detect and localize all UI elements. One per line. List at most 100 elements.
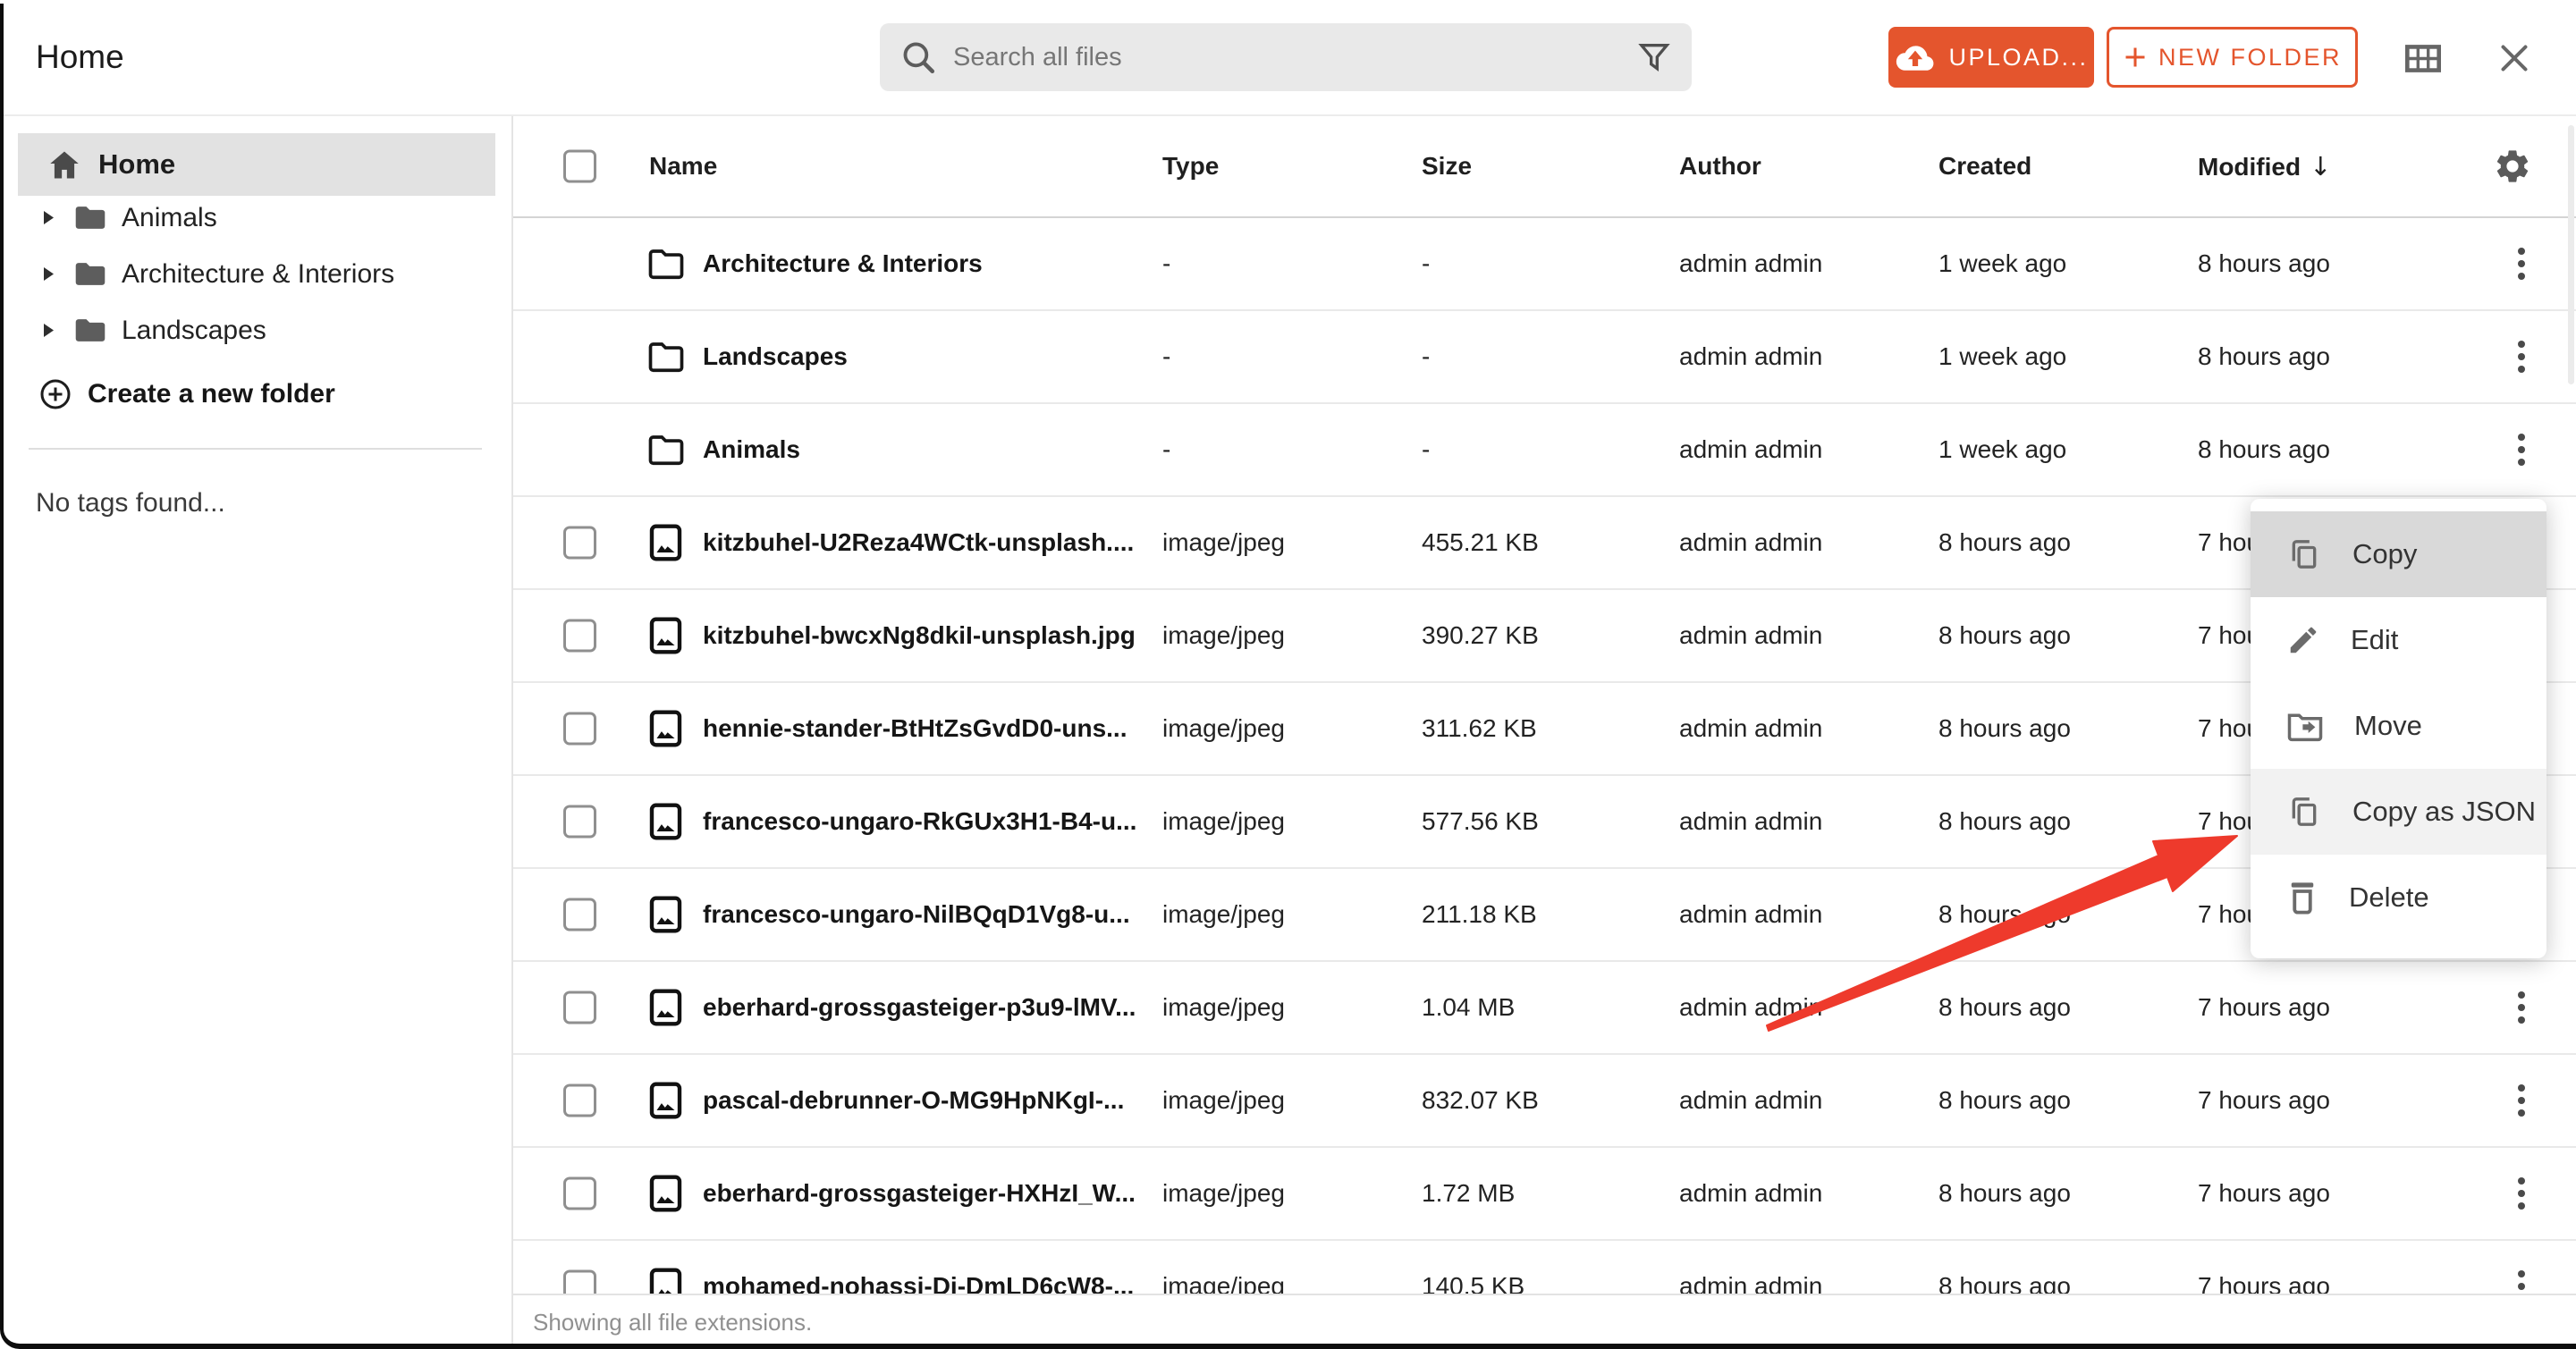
- sidebar-item-home[interactable]: Home: [18, 133, 495, 196]
- file-modified: 7 hours ago: [2198, 1179, 2330, 1208]
- row-menu-button[interactable]: [2495, 237, 2548, 291]
- table-row[interactable]: eberhard-grossgasteiger-p3u9-lMV...image…: [513, 962, 2576, 1055]
- file-name[interactable]: Architecture & Interiors: [703, 249, 983, 278]
- row-checkbox[interactable]: [563, 898, 596, 932]
- file-name[interactable]: francesco-ungaro-RkGUx3H1-B4-u...: [703, 807, 1136, 836]
- file-created: 8 hours ago: [1938, 528, 2071, 557]
- file-size: 832.07 KB: [1422, 1086, 1539, 1115]
- new-folder-button[interactable]: NEW FOLDER: [2107, 27, 2358, 88]
- file-name[interactable]: kitzbuhel-U2Reza4WCtk-unsplash....: [703, 528, 1134, 557]
- menu-item-edit[interactable]: Edit: [2251, 597, 2546, 683]
- table-row[interactable]: eberhard-grossgasteiger-HXHzI_W... image/…: [513, 1148, 2576, 1241]
- status-bar: Showing all file extensions.: [513, 1294, 2576, 1349]
- row-checkbox[interactable]: [563, 1270, 596, 1294]
- file-name[interactable]: pascal-debrunner-O-MG9HpNKgI-...: [703, 1086, 1124, 1115]
- row-menu-button[interactable]: [2495, 1167, 2548, 1220]
- file-size: 140.5 KB: [1422, 1272, 1524, 1294]
- close-icon[interactable]: [2496, 40, 2532, 76]
- delete-icon: [2286, 879, 2318, 916]
- row-menu-button[interactable]: [2495, 330, 2548, 384]
- file-name[interactable]: francesco-ungaro-NilBQqD1Vg8-u...: [703, 900, 1130, 929]
- column-header-name[interactable]: Name: [649, 152, 717, 181]
- sidebar-folder-label: Landscapes: [122, 316, 266, 346]
- caret-right-icon[interactable]: [43, 266, 55, 282]
- file-type: image/jpeg: [1162, 1272, 1285, 1294]
- row-checkbox[interactable]: [563, 805, 596, 839]
- sidebar-folder-animals[interactable]: Animals: [0, 190, 511, 246]
- file-author: admin admin: [1679, 993, 1822, 1022]
- file-name[interactable]: mohamed-nohassi-Di-DmLD6cW8-...: [703, 1272, 1134, 1294]
- search-icon: [899, 38, 937, 76]
- menu-item-move[interactable]: Move: [2251, 683, 2546, 769]
- file-type: image/jpeg: [1162, 1179, 1285, 1208]
- row-checkbox[interactable]: [563, 1177, 596, 1210]
- sidebar-folder-architecture-interiors[interactable]: Architecture & Interiors: [0, 246, 511, 302]
- file-modified: 8 hours ago: [2198, 435, 2330, 464]
- grid-view-icon[interactable]: [2405, 45, 2441, 72]
- file-name[interactable]: kitzbuhel-bwcxNg8dkiI-unsplash.jpg: [703, 621, 1136, 650]
- upload-button-label: UPLOAD...: [1948, 44, 2088, 72]
- search-bar[interactable]: [880, 23, 1692, 91]
- column-header-type[interactable]: Type: [1162, 152, 1219, 181]
- column-settings-gear-icon[interactable]: [2486, 147, 2539, 186]
- menu-item-copy[interactable]: Copy: [2251, 511, 2546, 597]
- file-name[interactable]: hennie-stander-BtHtZsGvdD0-uns...: [703, 714, 1127, 743]
- row-checkbox[interactable]: [563, 991, 596, 1024]
- sidebar-divider: [29, 448, 482, 450]
- select-all-checkbox[interactable]: [563, 150, 596, 183]
- row-checkbox[interactable]: [563, 1084, 596, 1117]
- file-type: image/jpeg: [1162, 621, 1285, 650]
- table-row[interactable]: Animals--admin admin1 week ago8 hours ag…: [513, 404, 2576, 497]
- row-menu-button[interactable]: [2495, 423, 2548, 476]
- file-author: admin admin: [1679, 1179, 1822, 1208]
- caret-right-icon[interactable]: [43, 323, 55, 338]
- row-checkbox[interactable]: [563, 620, 596, 653]
- file-name[interactable]: Landscapes: [703, 342, 848, 371]
- caret-right-icon[interactable]: [43, 210, 55, 225]
- table-row[interactable]: mohamed-nohassi-Di-DmLD6cW8-... image/jpe…: [513, 1241, 2576, 1294]
- image-file-icon: [649, 803, 682, 840]
- file-name[interactable]: eberhard-grossgasteiger-HXHzI_W...: [703, 1179, 1136, 1208]
- new-folder-button-label: NEW FOLDER: [2158, 44, 2342, 72]
- table-row[interactable]: Landscapes--admin admin1 week ago8 hours…: [513, 311, 2576, 404]
- row-checkbox[interactable]: [563, 712, 596, 746]
- file-name[interactable]: Animals: [703, 435, 800, 464]
- folder-icon: [73, 204, 107, 232]
- row-menu-button[interactable]: [2495, 1074, 2548, 1127]
- table-row[interactable]: Architecture & Interiors--admin admin1 w…: [513, 218, 2576, 311]
- file-type: -: [1162, 249, 1170, 278]
- sidebar-folder-label: Animals: [122, 203, 217, 233]
- search-input[interactable]: [951, 42, 1636, 73]
- plus-circle-icon: [39, 378, 72, 410]
- file-size: 311.62 KB: [1422, 714, 1537, 743]
- column-header-created[interactable]: Created: [1938, 152, 2031, 181]
- image-file-icon: [649, 1175, 682, 1212]
- image-file-icon: [649, 989, 682, 1026]
- sidebar-folder-landscapes[interactable]: Landscapes: [0, 302, 511, 358]
- filter-icon[interactable]: [1636, 39, 1672, 75]
- file-author: admin admin: [1679, 249, 1822, 278]
- scrollbar-thumb[interactable]: [2568, 125, 2574, 384]
- column-header-size[interactable]: Size: [1422, 152, 1472, 181]
- image-file-icon: [649, 524, 682, 561]
- file-created: 1 week ago: [1938, 435, 2066, 464]
- create-folder-button[interactable]: Create a new folder: [39, 367, 335, 422]
- file-name[interactable]: eberhard-grossgasteiger-p3u9-lMV...: [703, 993, 1136, 1022]
- row-checkbox[interactable]: [563, 527, 596, 560]
- folder-icon: [647, 434, 685, 467]
- row-menu-button[interactable]: [2495, 981, 2548, 1034]
- file-size: 455.21 KB: [1422, 528, 1539, 557]
- file-author: admin admin: [1679, 1272, 1822, 1294]
- file-type: image/jpeg: [1162, 714, 1285, 743]
- file-author: admin admin: [1679, 342, 1822, 371]
- menu-item-delete[interactable]: Delete: [2251, 855, 2546, 940]
- image-file-icon: [649, 1268, 682, 1294]
- column-header-modified[interactable]: Modified↓: [2198, 151, 2331, 181]
- table-row[interactable]: pascal-debrunner-O-MG9HpNKgI-...image/jp…: [513, 1055, 2576, 1148]
- folder-icon: [73, 260, 107, 288]
- file-author: admin admin: [1679, 435, 1822, 464]
- row-menu-button[interactable]: [2495, 1260, 2548, 1294]
- upload-button[interactable]: UPLOAD...: [1888, 27, 2094, 88]
- menu-item-copy-as-json[interactable]: Copy as JSON: [2251, 769, 2546, 855]
- column-header-author[interactable]: Author: [1679, 152, 1761, 181]
